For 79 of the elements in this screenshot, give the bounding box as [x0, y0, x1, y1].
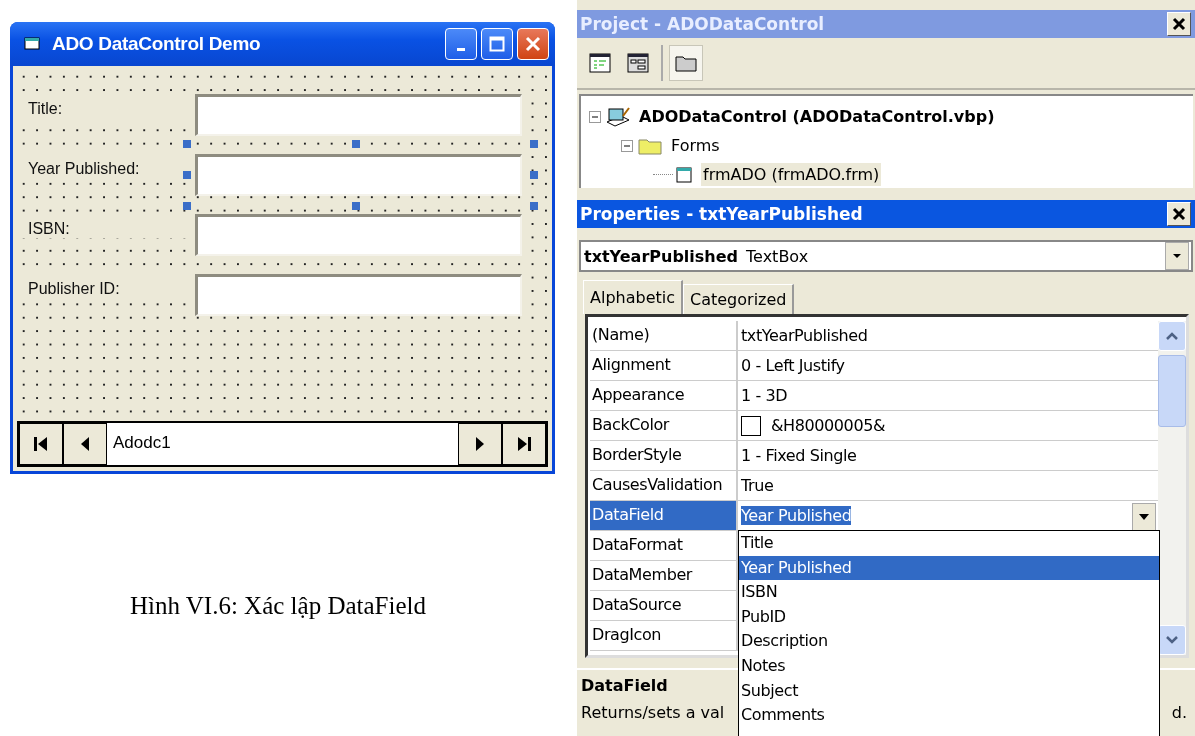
object-name: txtYearPublished: [584, 246, 739, 266]
figure-caption: Hình VI.6: Xác lập DataField: [130, 592, 427, 620]
tree-item[interactable]: ADODataControl (ADODataControl.vbp): [637, 105, 997, 128]
description-text: d.: [1171, 703, 1187, 722]
scroll-thumb[interactable]: [1158, 355, 1186, 427]
collapse-toggle-icon[interactable]: [589, 110, 601, 123]
selection-handle[interactable]: [183, 202, 191, 210]
form-window-icon: [627, 53, 649, 73]
next-record-button[interactable]: [458, 423, 502, 465]
property-name[interactable]: DataMember: [590, 561, 738, 590]
property-name[interactable]: BackColor: [590, 411, 738, 440]
vertical-scrollbar[interactable]: [1158, 321, 1186, 655]
property-value: 1 - Fixed Single: [741, 446, 857, 465]
collapse-toggle-icon[interactable]: [621, 139, 633, 152]
dropdown-option[interactable]: Notes: [739, 653, 1159, 679]
dropdown-option[interactable]: Description: [739, 629, 1159, 654]
property-name[interactable]: DataField: [590, 501, 738, 530]
text-box[interactable]: [195, 274, 522, 316]
close-icon: [1171, 206, 1187, 222]
previous-record-button[interactable]: [63, 423, 107, 465]
dropdown-option[interactable]: PubID: [739, 604, 1159, 630]
selection-handle[interactable]: [530, 140, 538, 148]
close-button[interactable]: [1167, 12, 1191, 36]
property-name[interactable]: (Name): [590, 321, 738, 350]
selection-handle[interactable]: [530, 202, 538, 210]
property-value: 1 - 3D: [741, 386, 788, 405]
property-name[interactable]: DragIcon: [590, 621, 738, 650]
folder-icon: [674, 53, 698, 73]
close-button[interactable]: [1167, 202, 1191, 226]
selection-handle[interactable]: [183, 171, 191, 179]
project-icon: [605, 105, 631, 128]
form-icon: [675, 164, 695, 185]
description-text: Returns/sets a val: [581, 703, 725, 722]
dropdown-option[interactable]: Comments: [739, 703, 1159, 728]
maximize-icon: [489, 36, 505, 52]
close-icon: [525, 36, 541, 52]
selection-handle[interactable]: [530, 171, 538, 179]
form-icon: [24, 36, 42, 52]
object-dropdown[interactable]: txtYearPublished TextBox: [579, 240, 1193, 272]
selection-handle[interactable]: [352, 140, 360, 148]
first-record-button[interactable]: [19, 423, 63, 465]
description-title: DataField: [581, 676, 668, 695]
scroll-down-icon[interactable]: [1158, 625, 1186, 655]
property-value[interactable]: Year Published: [741, 506, 852, 525]
dropdown-option[interactable]: Title: [739, 531, 1159, 556]
property-name[interactable]: Alignment: [590, 351, 738, 380]
panel-title: Properties - txtYearPublished: [580, 204, 864, 224]
property-value: 0 - Left Justify: [741, 356, 845, 375]
dropdown-option[interactable]: Subject: [739, 678, 1159, 704]
last-record-button[interactable]: [502, 423, 546, 465]
maximize-button[interactable]: [481, 28, 513, 60]
code-window-icon: [589, 53, 611, 73]
minimize-button[interactable]: [445, 28, 477, 60]
tab[interactable]: Alphabetic: [583, 280, 683, 314]
property-name[interactable]: BorderStyle: [590, 441, 738, 470]
panel-title: Project - ADODataControl: [580, 14, 826, 34]
minimize-icon: [457, 47, 465, 51]
property-name[interactable]: Appearance: [590, 381, 738, 410]
object-type: TextBox: [746, 246, 810, 266]
selection-handle[interactable]: [352, 202, 360, 210]
tab[interactable]: Categorized: [683, 284, 795, 314]
text-box[interactable]: [195, 154, 522, 196]
window-title: ADO DataControl Demo: [52, 33, 262, 55]
property-name[interactable]: DataFormat: [590, 531, 738, 560]
property-name[interactable]: DataSource: [590, 591, 738, 620]
property-value: True: [741, 476, 774, 495]
text-box[interactable]: [195, 94, 522, 136]
tree-item[interactable]: Forms: [669, 134, 722, 157]
text-box[interactable]: [195, 214, 522, 256]
scroll-up-icon[interactable]: [1158, 321, 1186, 351]
toggle-folders-button[interactable]: [669, 45, 703, 81]
data-control-caption: Adodc1: [112, 432, 172, 454]
dropdown-option[interactable]: ISBN: [739, 580, 1159, 605]
property-value: txtYearPublished: [741, 326, 868, 345]
tree-item[interactable]: frmADO (frmADO.frm): [701, 163, 882, 186]
dropdown-option[interactable]: Year Published: [739, 555, 1159, 581]
close-icon: [1171, 16, 1187, 32]
property-value: &H80000005&: [771, 416, 886, 435]
selection-handle[interactable]: [183, 140, 191, 148]
